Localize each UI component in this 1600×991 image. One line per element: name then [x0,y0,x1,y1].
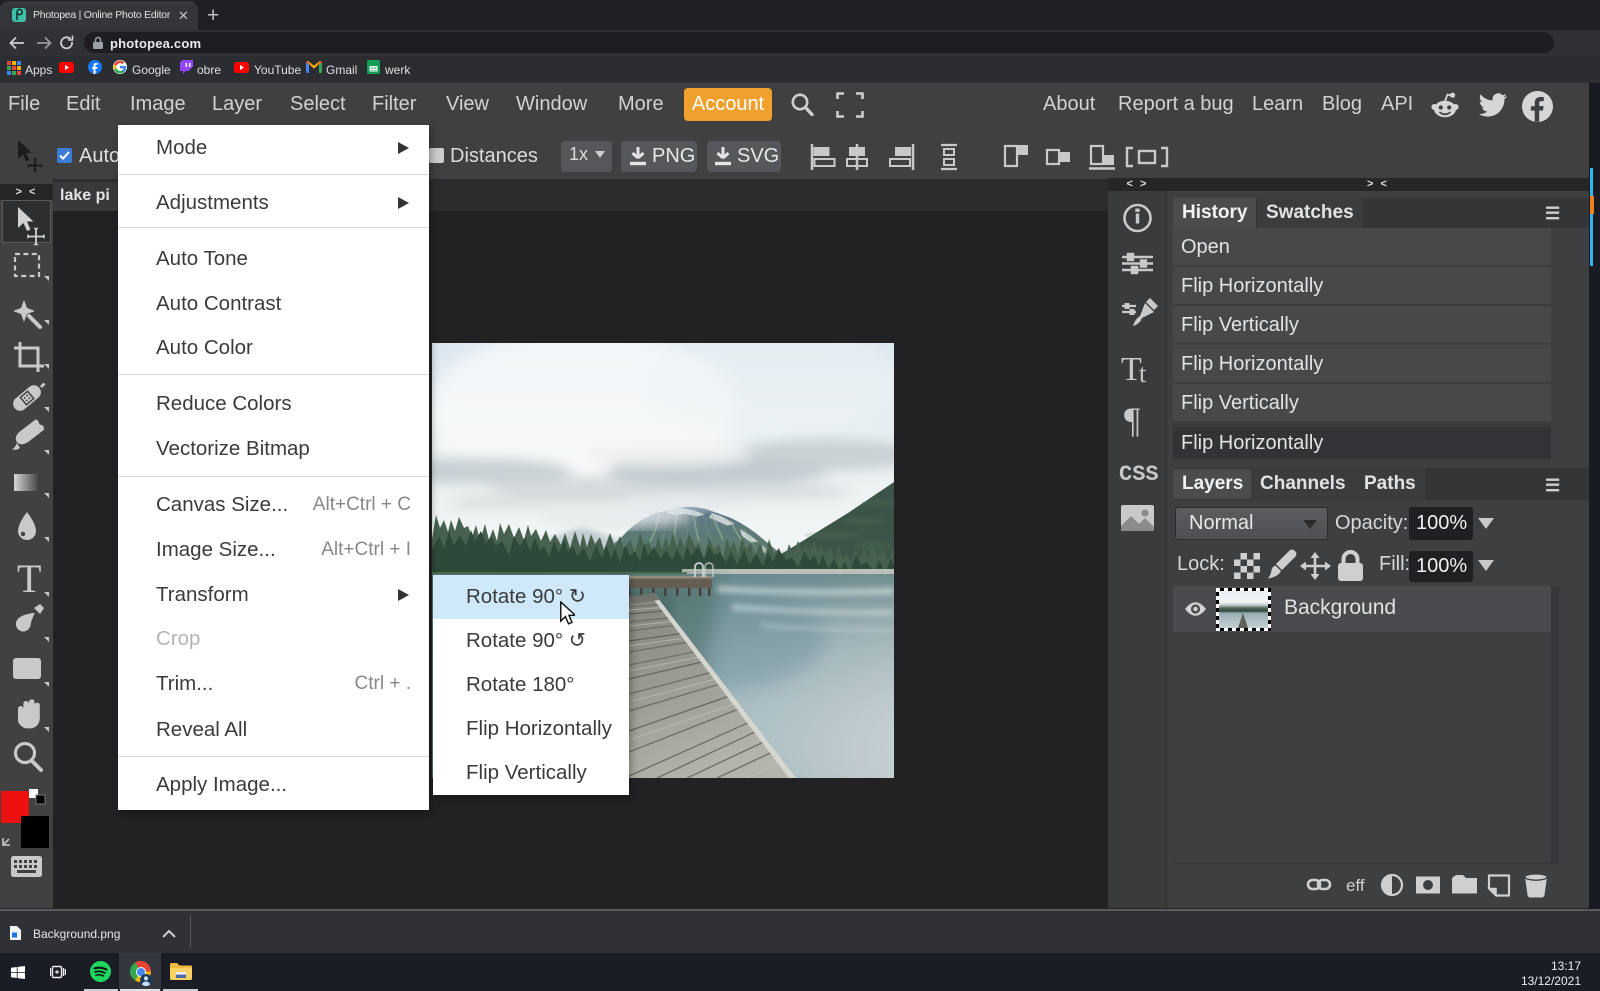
svg-text:CSS: CSS [1119,462,1159,487]
svg-text:T: T [17,556,41,601]
svg-text:eff: eff [1346,876,1365,895]
svg-text:¶: ¶ [1124,400,1140,440]
svg-text:t: t [1139,359,1147,388]
